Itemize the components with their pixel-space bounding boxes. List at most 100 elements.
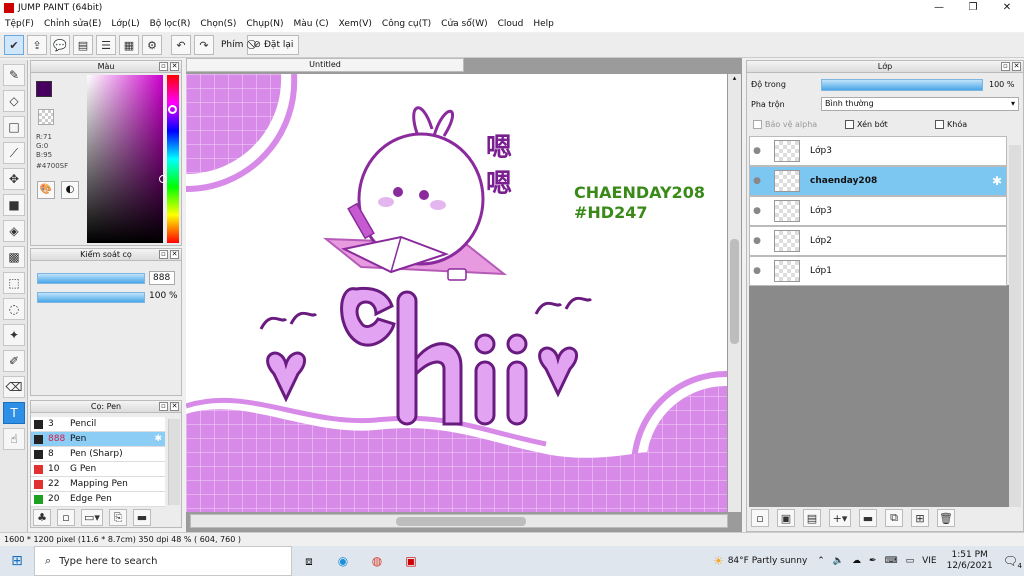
document-icon[interactable]: ☰ [96, 35, 116, 55]
gear-icon[interactable]: ✱ [154, 434, 162, 444]
layer-row[interactable]: ● Lớp1 [749, 256, 1007, 286]
sv-cursor[interactable] [159, 175, 167, 183]
palette-icon[interactable]: 🎨 [37, 181, 55, 199]
lasso-tool-icon[interactable]: ◌ [3, 298, 25, 320]
panel-float-icon[interactable]: ▫ [1001, 62, 1010, 71]
menu-capture[interactable]: Chụp(N) [241, 19, 288, 29]
gradient-tool-icon[interactable]: ▩ [3, 246, 25, 268]
brush-import-icon[interactable]: ⎘ [109, 509, 127, 526]
windows-start-icon[interactable]: ⊞ [0, 546, 34, 576]
hand-tool-icon[interactable]: ☝ [3, 428, 25, 450]
document-tab[interactable]: Untitled [186, 58, 464, 72]
menu-select[interactable]: Chọn(S) [195, 19, 241, 29]
speaker-icon[interactable]: 🔈 [833, 556, 844, 566]
brush-list-item[interactable]: 22 Mapping Pen [31, 477, 165, 492]
panel-float-icon[interactable]: ▫ [159, 402, 168, 411]
main-color-swatch[interactable] [36, 81, 52, 97]
check-icon[interactable]: ✔ [4, 35, 24, 55]
select-pen-tool-icon[interactable]: ✐ [3, 350, 25, 372]
menu-color[interactable]: Màu (C) [289, 19, 334, 29]
canvas[interactable]: 嗯 嗯 CHAENDAY208 #HD247 [186, 74, 727, 512]
visibility-dot-icon[interactable]: ● [750, 146, 764, 156]
close-button[interactable]: ✕ [990, 0, 1024, 16]
menu-help[interactable]: Help [528, 19, 559, 29]
lock-checkbox[interactable]: Khóa [935, 120, 967, 129]
new-text-layer-icon[interactable]: ▤ [803, 509, 821, 527]
layer-folder-icon[interactable]: ▬ [859, 509, 877, 527]
panel-float-icon[interactable]: ▫ [159, 250, 168, 259]
fill-rect-tool-icon[interactable]: ■ [3, 194, 25, 216]
menu-view[interactable]: Xem(V) [334, 19, 377, 29]
hue-cursor[interactable] [168, 105, 177, 114]
new-layer-icon[interactable]: ▫ [751, 509, 769, 527]
transparent-swatch[interactable] [38, 109, 54, 125]
settings-icon[interactable]: ⚙ [142, 35, 162, 55]
vertical-scroll-thumb[interactable] [730, 239, 739, 344]
maximize-button[interactable]: ❐ [956, 0, 990, 16]
export-icon[interactable]: ⇪ [27, 35, 47, 55]
visibility-dot-icon[interactable]: ● [750, 266, 764, 276]
menu-layer[interactable]: Lớp(L) [106, 19, 144, 29]
chrome-browser-icon[interactable]: ◍ [360, 546, 394, 576]
layer-add-menu-icon[interactable]: +▾ [829, 509, 851, 527]
new-raster-layer-icon[interactable]: ▣ [777, 509, 795, 527]
select-rect-tool-icon[interactable]: ⬚ [3, 272, 25, 294]
panel-close-icon[interactable]: ✕ [170, 62, 179, 71]
chat-icon[interactable]: 💬 [50, 35, 70, 55]
menu-filter[interactable]: Bộ lọc(R) [145, 19, 196, 29]
panel-close-icon[interactable]: ✕ [170, 250, 179, 259]
panel-close-icon[interactable]: ✕ [170, 402, 179, 411]
brush-list-item[interactable]: 20 Edge Pen [31, 492, 165, 507]
layout-icon[interactable]: ▦ [119, 35, 139, 55]
redo-icon[interactable]: ↷ [194, 35, 214, 55]
visibility-dot-icon[interactable]: ● [750, 206, 764, 216]
canvas-vertical-scrollbar[interactable]: ▴ [728, 74, 741, 512]
weather-text[interactable]: 84°F Partly sunny [728, 556, 808, 566]
hue-slider[interactable] [167, 75, 179, 243]
visibility-dot-icon[interactable]: ● [750, 176, 764, 186]
language-indicator[interactable]: VIE [922, 556, 937, 566]
brush-list-item[interactable]: 3 Pencil [31, 417, 165, 432]
gear-icon[interactable]: ✱ [992, 174, 1002, 188]
layer-list-scrollbar[interactable] [1009, 145, 1021, 507]
line-tool-icon[interactable]: ⟋ [3, 142, 25, 164]
brush-list-scrollbar[interactable] [168, 419, 180, 505]
jump-paint-taskbar-icon[interactable]: ▣ [394, 546, 428, 576]
magic-wand-tool-icon[interactable]: ✦ [3, 324, 25, 346]
panel-close-icon[interactable]: ✕ [1012, 62, 1021, 71]
brush-list-item[interactable]: 10 G Pen [31, 462, 165, 477]
layer-row[interactable]: ● chaenday208 ✱ [749, 166, 1007, 196]
blend-mode-select[interactable]: Bình thường ▾ [821, 97, 1019, 111]
duplicate-layer-icon[interactable]: ⧉ [885, 509, 903, 527]
taskbar-search[interactable]: ⌕ Type here to search [34, 546, 292, 576]
chevron-up-icon[interactable]: ⌃ [817, 556, 825, 566]
layer-row[interactable]: ● Lớp3 [749, 196, 1007, 226]
saturation-value-picker[interactable] [87, 75, 163, 243]
select-eraser-tool-icon[interactable]: ⌫ [3, 376, 25, 398]
comment-icon[interactable]: ▤ [73, 35, 93, 55]
brush-size-slider[interactable] [37, 273, 145, 284]
palette-settings-icon[interactable]: ◐ [61, 181, 79, 199]
layer-row[interactable]: ● Lớp3 [749, 136, 1007, 166]
pen-icon[interactable]: ✒ [869, 556, 877, 566]
task-view-icon[interactable]: ⧈ [292, 546, 326, 576]
edge-browser-icon[interactable]: ◉ [326, 546, 360, 576]
canvas-horizontal-scrollbar[interactable] [190, 514, 728, 528]
menu-cloud[interactable]: Cloud [493, 19, 529, 29]
brush-tool-icon[interactable]: ✎ [3, 64, 25, 86]
rectangle-tool-icon[interactable]: □ [3, 116, 25, 138]
menu-edit[interactable]: Chỉnh sửa(E) [39, 19, 106, 29]
notification-icon[interactable]: 🗨 4 [1003, 554, 1022, 570]
brush-size-value[interactable]: 888 [149, 271, 175, 285]
layer-row[interactable]: ● Lớp2 [749, 226, 1007, 256]
clip-checkbox[interactable]: Xén bớt [845, 120, 888, 129]
keyboard-icon[interactable]: ⌨ [885, 556, 898, 566]
delete-layer-icon[interactable]: 🗑 [937, 509, 955, 527]
cloud-icon[interactable]: ☁ [852, 556, 861, 566]
brush-options-icon[interactable]: ▭▾ [81, 509, 103, 526]
menu-tools[interactable]: Công cụ(T) [377, 19, 436, 29]
reset-button[interactable]: ⃠⊘ Đặt lại [247, 35, 300, 55]
text-tool-icon[interactable]: T [3, 402, 25, 424]
move-tool-icon[interactable]: ✥ [3, 168, 25, 190]
layer-opacity-slider[interactable] [821, 79, 983, 91]
